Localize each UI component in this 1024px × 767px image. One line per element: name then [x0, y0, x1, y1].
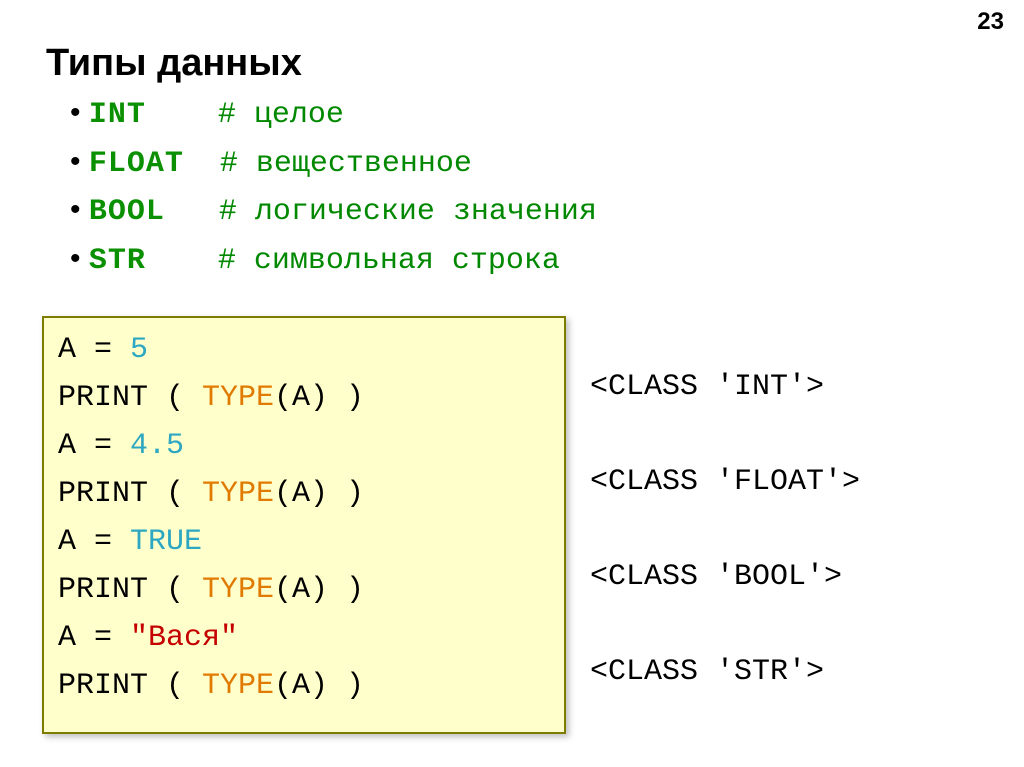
type-row-int: • INT # целое	[70, 90, 597, 139]
types-list: • INT # целое • FLOAT # вещественное • B…	[70, 90, 597, 284]
slide-title: Типы данных	[46, 42, 302, 85]
code-line: A = "Вася"	[58, 614, 550, 662]
type-comment: # целое	[218, 98, 344, 132]
code-line: A = 5	[58, 326, 550, 374]
output-line: <CLASS 'INT'>	[590, 363, 860, 458]
type-keyword: INT	[89, 98, 146, 132]
type-row-float: • FLOAT # вещественное	[70, 139, 597, 188]
type-row-str: • STR # символьная строка	[70, 236, 597, 285]
code-line: A = 4.5	[58, 422, 550, 470]
type-keyword: FLOAT	[89, 147, 184, 181]
output-line: <CLASS 'FLOAT'>	[590, 458, 860, 553]
code-line: PRINT ( TYPE(A) )	[58, 662, 550, 710]
code-line: PRINT ( TYPE(A) )	[58, 374, 550, 422]
code-line: PRINT ( TYPE(A) )	[58, 566, 550, 614]
type-keyword: STR	[89, 244, 146, 278]
code-line: A = TRUE	[58, 518, 550, 566]
page-number: 23	[977, 8, 1004, 36]
code-line: PRINT ( TYPE(A) )	[58, 470, 550, 518]
code-box: A = 5 PRINT ( TYPE(A) ) A = 4.5 PRINT ( …	[42, 316, 566, 734]
outputs-column: <CLASS 'INT'> <CLASS 'FLOAT'> <CLASS 'BO…	[590, 363, 860, 696]
type-row-bool: • BOOL # логические значения	[70, 187, 597, 236]
output-line: <CLASS 'STR'>	[590, 648, 860, 696]
type-keyword: BOOL	[89, 195, 165, 229]
type-comment: # логические значения	[219, 195, 597, 229]
type-comment: # вещественное	[220, 147, 472, 181]
output-line: <CLASS 'BOOL'>	[590, 553, 860, 648]
type-comment: # символьная строка	[218, 244, 560, 278]
